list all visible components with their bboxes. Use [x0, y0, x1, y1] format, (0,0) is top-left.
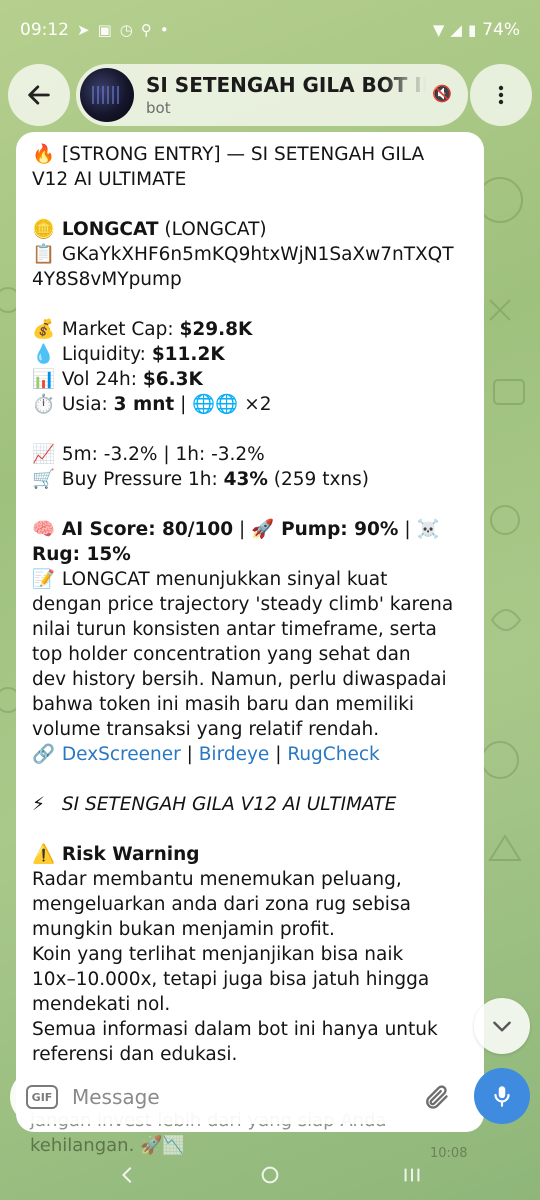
battery-percent: 74%	[482, 20, 520, 40]
risk-line: referensi dan edukasi.	[32, 1044, 238, 1065]
buy-pressure-line: 🛒 Buy Pressure 1h: 43% (259 txns)	[32, 469, 369, 490]
liquidity-line: 💧 Liquidity: $11.2K	[32, 344, 225, 365]
wifi-icon: ▼	[432, 21, 445, 39]
token-address-line[interactable]: 📋 GKaYkXHF6n5mKQ9htxWjN1SaXw7nTXQT	[32, 242, 468, 267]
description-line: bahwa token ini masih baru dan memiliki	[32, 694, 415, 715]
risk-warning-title: ⚠️ Risk Warning	[32, 844, 200, 865]
chat-subtitle: bot	[146, 99, 171, 117]
signal-icon: ◢	[450, 21, 462, 39]
token-address-line-2[interactable]: 4Y8S8vMYpump	[32, 267, 468, 292]
risk-line: mengeluarkan anda dari zona rug sebisa	[32, 894, 411, 915]
message-composer: GIF	[10, 1070, 464, 1124]
skull-icon: ☠️	[416, 519, 440, 540]
status-time: 09:12	[20, 20, 69, 40]
description-line: top holder concentration yang sehat dan	[32, 644, 411, 665]
money-bag-icon: 💰	[32, 319, 56, 340]
rugcheck-link[interactable]: RugCheck	[287, 744, 379, 765]
clipboard-icon: 📋	[32, 244, 56, 265]
birdeye-link[interactable]: Birdeye	[199, 744, 270, 765]
back-button[interactable]	[8, 64, 70, 126]
coin-icon: 🪙	[32, 219, 56, 240]
rug-line: Rug: 15%	[32, 544, 131, 565]
signature-line: ⚡ SI SETENGAH GILA V12 AI ULTIMATE	[32, 794, 397, 815]
more-options-button[interactable]	[470, 64, 532, 126]
dots-vertical-icon	[498, 85, 504, 105]
status-bar: 09:12 ➤ ▣ ◷ ⚲ • ▼ ◢ ▮ 74%	[0, 0, 540, 60]
stopwatch-icon: ⏱️	[32, 394, 56, 415]
brain-icon: 🧠	[32, 519, 56, 540]
cart-icon: 🛒	[32, 469, 56, 490]
age-line: ⏱️ Usia: 3 mnt | 🌐🌐 ×2	[32, 394, 272, 415]
microphone-icon	[494, 1086, 510, 1107]
droplet-icon: 💧	[32, 344, 56, 365]
chat-header: SI SETENGAH GILA BOT INI bot 🔇	[0, 64, 540, 128]
risk-line: Koin yang terlihat menjanjikan bisa naik	[32, 944, 404, 965]
link-icon: 🔗	[32, 744, 56, 765]
nav-back-icon[interactable]	[117, 1164, 139, 1186]
message-headline-2: V12 AI ULTIMATE	[32, 169, 187, 190]
token-name-line: 🪙 LONGCAT (LONGCAT)	[32, 219, 267, 240]
warning-icon: ⚠️	[32, 844, 56, 865]
ai-score-line: 🧠 AI Score: 80/100 | 🚀 Pump: 90% | ☠️	[32, 519, 440, 540]
more-notifications-dot-icon: •	[159, 21, 169, 39]
muted-icon: 🔇	[432, 84, 452, 103]
market-cap-line: 💰 Market Cap: $29.8K	[32, 319, 253, 340]
chart-up-icon: 📈	[32, 444, 56, 465]
shop-notification-icon: ▣	[97, 21, 112, 39]
volume-line: 📊 Vol 24h: $6.3K	[32, 369, 203, 390]
arrow-left-icon	[28, 85, 50, 105]
nav-recents-icon[interactable]	[401, 1164, 423, 1186]
description-line: 📝 LONGCAT menunjukkan sinyal kuat	[32, 569, 388, 590]
bot-avatar[interactable]	[80, 68, 134, 122]
nav-home-icon[interactable]	[259, 1164, 281, 1186]
message-input[interactable]	[72, 1085, 402, 1109]
gif-button[interactable]: GIF	[26, 1085, 58, 1109]
keyhole-icon: ⚲	[140, 21, 152, 39]
price-change-line: 📈 5m: -3.2% | 1h: -3.2%	[32, 444, 265, 465]
chat-title: SI SETENGAH GILA BOT INI	[146, 73, 426, 97]
message-headline: 🔥 [STRONG ENTRY] — SI SETENGAH GILA	[32, 144, 425, 165]
risk-line: mungkin bukan menjamin profit.	[32, 919, 335, 940]
alarm-icon: ◷	[119, 21, 133, 39]
system-navigation-bar	[0, 1150, 540, 1200]
bar-chart-icon: 📊	[32, 369, 56, 390]
chat-title-area[interactable]: SI SETENGAH GILA BOT INI bot 🔇	[76, 64, 468, 126]
dexscreener-link[interactable]: DexScreener	[62, 744, 181, 765]
risk-line: Semua informasi dalam bot ini hanya untu…	[32, 1019, 438, 1040]
risk-line: mendekati nol.	[32, 994, 171, 1015]
voice-record-button[interactable]	[474, 1068, 530, 1124]
links-line: 🔗 DexScreener | Birdeye | RugCheck	[32, 744, 380, 765]
message-bubble[interactable]: 🔥 [STRONG ENTRY] — SI SETENGAH GILA V12 …	[16, 132, 484, 1132]
paperclip-icon[interactable]	[422, 1083, 450, 1111]
description-line: dengan price trajectory 'steady climb' k…	[32, 594, 454, 615]
description-line: volume transaksi yang relatif rendah.	[32, 719, 380, 740]
memo-icon: 📝	[32, 569, 56, 590]
lightning-icon: ⚡	[32, 794, 45, 815]
telegram-notification-icon: ➤	[77, 21, 90, 39]
fire-icon: 🔥	[32, 144, 56, 165]
chevron-down-icon	[493, 1021, 511, 1032]
rocket-icon: 🚀	[251, 519, 275, 540]
risk-line: 10x–10.000x, tetapi juga bisa jatuh hing…	[32, 969, 430, 990]
scroll-to-bottom-button[interactable]	[474, 998, 530, 1054]
description-line: dev history bersih. Namun, perlu diwaspa…	[32, 669, 447, 690]
description-line: nilai turun konsisten antar timeframe, s…	[32, 619, 437, 640]
battery-icon: ▮	[467, 21, 477, 39]
risk-line: Radar membantu menemukan peluang,	[32, 869, 402, 890]
